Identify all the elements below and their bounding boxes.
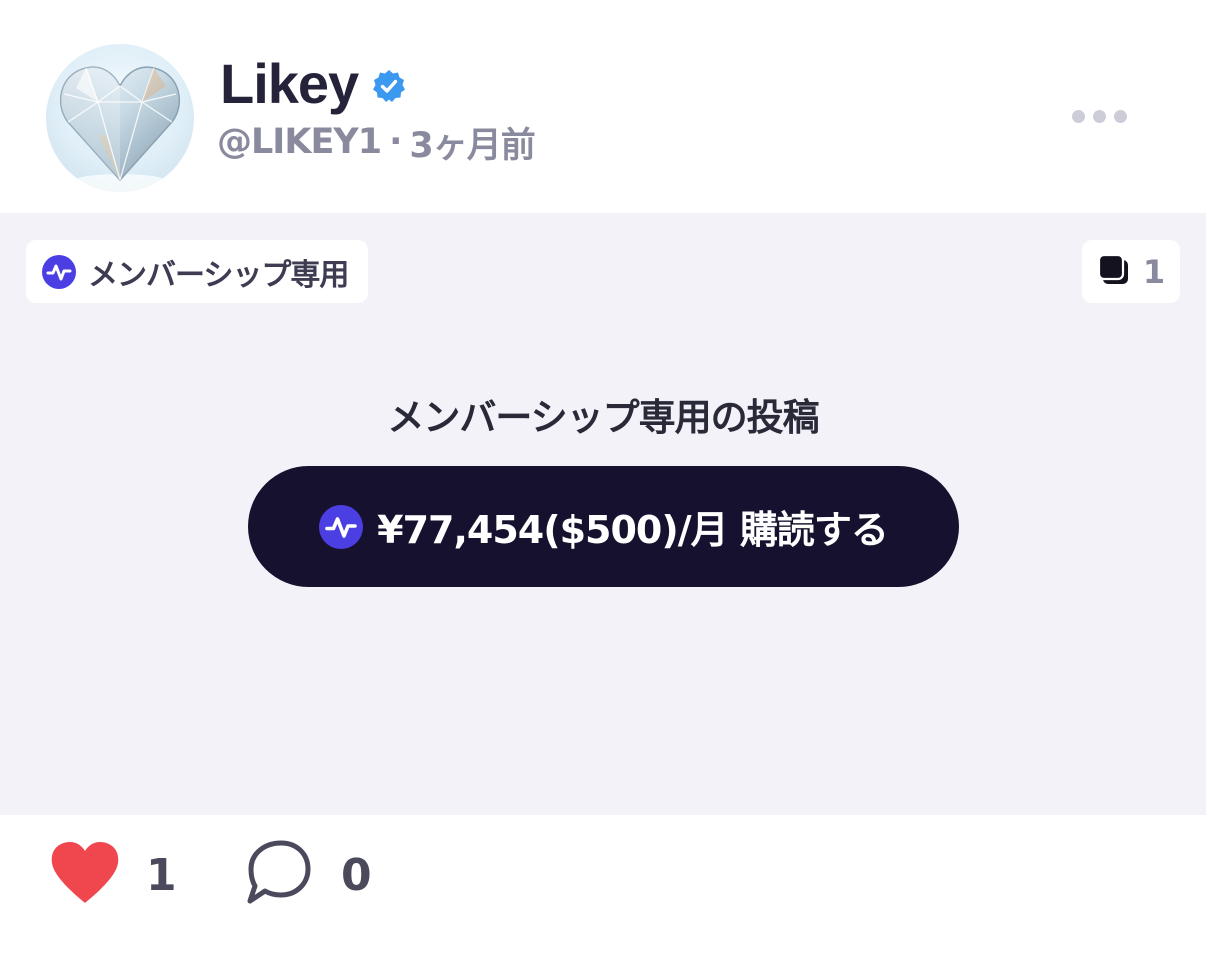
- more-horizontal-icon: [1071, 109, 1085, 123]
- subscribe-button[interactable]: ¥77,454($500)/月 購読する: [248, 466, 959, 587]
- membership-only-badge: メンバーシップ専用: [26, 240, 369, 303]
- media-count-badge: 1: [1082, 240, 1180, 303]
- subscribe-price-label: ¥77,454($500)/月 購読する: [377, 508, 889, 552]
- verified-badge-icon: [372, 69, 406, 103]
- like-count: 1: [146, 849, 177, 901]
- pulse-icon: [42, 254, 76, 289]
- post-actions: 1 0: [0, 815, 1206, 980]
- pulse-icon: [319, 504, 364, 549]
- author-handle[interactable]: @LIKEY1: [217, 122, 382, 162]
- more-dot: [1113, 109, 1127, 123]
- like-button[interactable]: 1: [50, 841, 177, 909]
- author-meta: @LIKEY1 · 3ヶ月前: [217, 118, 536, 166]
- speech-bubble-icon: [245, 839, 313, 911]
- post-card: Likey @LIKEY1 · 3ヶ月前 メンバーシップ専用 1 メンバーシップ…: [0, 0, 1206, 980]
- comment-button[interactable]: 0: [245, 840, 372, 907]
- more-dot: [1092, 109, 1106, 123]
- comment-count: 0: [341, 849, 372, 901]
- more-options-button[interactable]: [1060, 96, 1138, 136]
- membership-tag-label: メンバーシップ専用: [88, 257, 349, 293]
- author-name-row: Likey: [220, 52, 406, 116]
- author-display-name[interactable]: Likey: [220, 52, 359, 116]
- meta-separator: ·: [389, 122, 402, 162]
- locked-post-title: メンバーシップ専用の投稿: [387, 396, 819, 439]
- post-header: Likey @LIKEY1 · 3ヶ月前: [0, 0, 1206, 213]
- crystal-heart-avatar: [59, 66, 181, 192]
- media-stack-icon: [1097, 253, 1131, 291]
- post-timestamp: 3ヶ月前: [409, 125, 535, 166]
- media-count: 1: [1142, 252, 1166, 291]
- locked-content-area: メンバーシップ専用 1 メンバーシップ専用の投稿 ¥77,454($500)/月…: [0, 213, 1206, 815]
- avatar[interactable]: [46, 44, 194, 192]
- heart-icon: [50, 841, 120, 909]
